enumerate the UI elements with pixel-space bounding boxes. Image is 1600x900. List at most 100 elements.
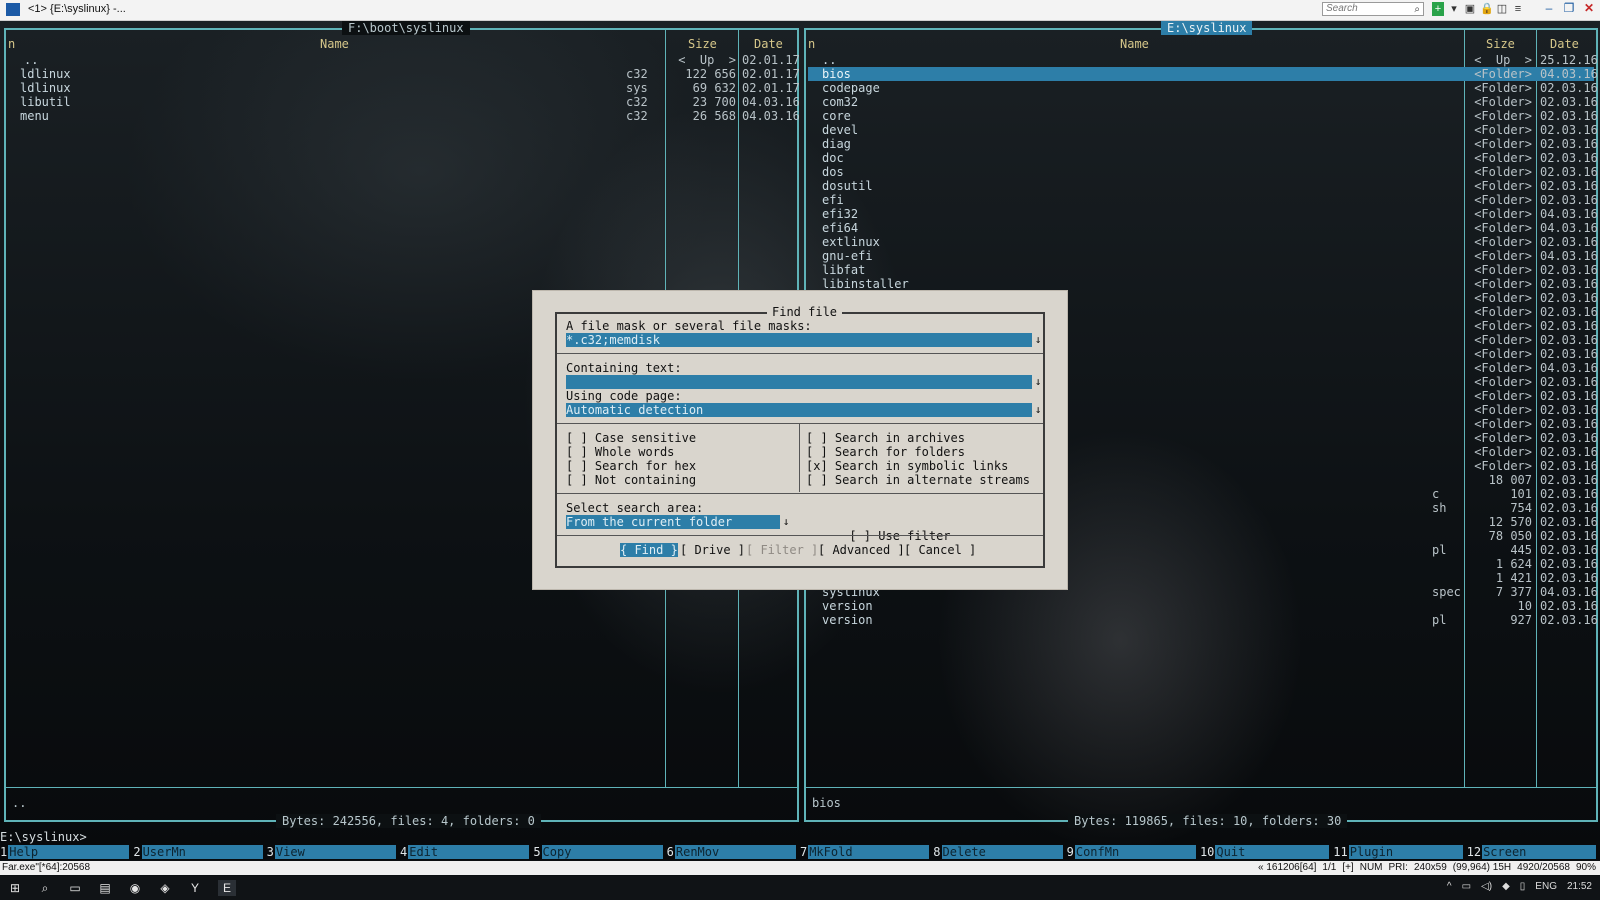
dropdown-arrow-icon[interactable]: ↓ <box>1033 403 1043 417</box>
function-key-9[interactable]: 9 ConfMn <box>1067 845 1200 859</box>
folder-name[interactable]: gnu-efi <box>822 249 873 263</box>
advanced-button[interactable]: [ Advanced ] <box>818 543 905 557</box>
updir-item[interactable]: .. <box>822 53 836 67</box>
folder-name[interactable]: dosutil <box>822 179 873 193</box>
right-col-size: Size <box>1486 37 1515 51</box>
search-area-select[interactable]: From the current folder <box>566 515 780 529</box>
option-checkbox[interactable]: [ ] Search in alternate streams <box>806 473 1030 487</box>
new-console-icon[interactable]: + <box>1432 2 1444 16</box>
function-key-4[interactable]: 4 Edit <box>400 845 533 859</box>
folder-name[interactable]: efi32 <box>822 207 858 221</box>
find-button[interactable]: { Find } <box>620 543 678 557</box>
keyboard-language[interactable]: ENG <box>1535 881 1557 892</box>
file-name[interactable]: version <box>822 599 873 613</box>
file-name[interactable]: ldlinux <box>20 67 71 81</box>
network-icon[interactable]: ▭ <box>1462 881 1471 892</box>
folder-name[interactable]: codepage <box>822 81 880 95</box>
dropdown-arrow-icon[interactable]: ↓ <box>781 515 791 529</box>
checkbox-box[interactable]: [ ] <box>806 445 828 459</box>
folder-name[interactable]: efi64 <box>822 221 858 235</box>
function-key-12[interactable]: 12 Screen <box>1467 845 1600 859</box>
folder-size: <Folder> <box>1474 123 1532 137</box>
task-view-icon[interactable]: ▭ <box>66 880 84 896</box>
close-icon[interactable]: ✕ <box>1582 1 1596 15</box>
function-key-3[interactable]: 3 View <box>267 845 400 859</box>
function-key-6[interactable]: 6 RenMov <box>667 845 800 859</box>
search-input[interactable]: Search ⌕ <box>1322 2 1424 16</box>
use-filter-check[interactable]: [ ] <box>849 529 871 543</box>
cancel-button[interactable]: [ Cancel ] <box>904 543 976 557</box>
file-date: 02.03.16 <box>1540 347 1598 361</box>
volume-icon[interactable]: ◁) <box>1481 881 1492 892</box>
folder-name[interactable]: diag <box>822 137 851 151</box>
updir-item[interactable]: .. <box>24 53 38 67</box>
option-checkbox[interactable]: [ ] Search for folders <box>806 445 965 459</box>
folder-name[interactable]: efi <box>822 193 844 207</box>
tray-app-icon[interactable]: ◆ <box>1502 881 1510 892</box>
function-key-1[interactable]: 1 Help <box>0 845 133 859</box>
option-checkbox[interactable]: [ ] Search in archives <box>806 431 965 445</box>
minimize-icon[interactable]: – <box>1542 1 1556 15</box>
search-icon[interactable]: ⌕ <box>36 880 54 896</box>
folder-name[interactable]: devel <box>822 123 858 137</box>
file-date: 02.03.16 <box>1540 459 1598 473</box>
folder-name[interactable]: libinstaller <box>822 277 909 291</box>
folder-name[interactable]: doc <box>822 151 844 165</box>
chrome-icon[interactable]: ◉ <box>126 880 144 896</box>
search-icon[interactable]: ⌕ <box>1414 4 1420 16</box>
history-arrow-icon[interactable]: ↓ <box>1033 333 1043 347</box>
function-key-2[interactable]: 2 UserMn <box>133 845 266 859</box>
notification-icon[interactable]: ▯ <box>1520 881 1526 892</box>
option-checkbox[interactable]: [ ] Not containing <box>566 473 696 487</box>
command-line[interactable]: E:\syslinux> <box>0 830 87 844</box>
file-name[interactable]: ldlinux <box>20 81 71 95</box>
containing-text-input[interactable] <box>566 375 1032 389</box>
file-name[interactable]: version <box>822 613 873 627</box>
function-key-10[interactable]: 10 Quit <box>1200 845 1333 859</box>
selected-folder-name[interactable]: bios <box>822 67 851 81</box>
file-mask-input[interactable]: *.c32;memdisk <box>566 333 1032 347</box>
function-key-7[interactable]: 7 MkFold <box>800 845 933 859</box>
option-checkbox[interactable]: [ ] Case sensitive <box>566 431 696 445</box>
file-explorer-icon[interactable]: ▤ <box>96 880 114 896</box>
checkbox-box[interactable]: [ ] <box>566 445 588 459</box>
far-console-taskbar-icon[interactable]: E <box>218 880 236 896</box>
function-key-5[interactable]: 5 Copy <box>533 845 666 859</box>
folder-name[interactable]: libfat <box>822 263 865 277</box>
folder-date: 04.03.16 <box>1540 207 1598 221</box>
menu-icon[interactable]: ≡ <box>1512 2 1524 16</box>
history-arrow-icon[interactable]: ↓ <box>1033 375 1043 389</box>
option-checkbox[interactable]: [ ] Whole words <box>566 445 674 459</box>
option-checkbox[interactable]: [x] Search in symbolic links <box>806 459 1008 473</box>
restore-icon[interactable]: ❐ <box>1562 1 1576 15</box>
folder-name[interactable]: com32 <box>822 95 858 109</box>
checkbox-box[interactable]: [ ] <box>806 473 828 487</box>
function-key-11[interactable]: 11 Plugin <box>1333 845 1466 859</box>
lock-icon[interactable]: 🔒 <box>1480 2 1494 16</box>
checkbox-box[interactable]: [ ] <box>566 431 588 445</box>
checkbox-box[interactable]: [x] <box>806 459 828 473</box>
option-checkbox[interactable]: [ ] Search for hex <box>566 459 696 473</box>
dropdown-arrow-icon[interactable]: ▾ <box>1448 2 1460 16</box>
folder-name[interactable]: extlinux <box>822 235 880 249</box>
yandex-browser-icon[interactable]: Y <box>186 880 204 896</box>
start-windows-icon[interactable]: ⊞ <box>6 880 24 896</box>
split-view-icon[interactable]: ◫ <box>1496 2 1508 16</box>
folder-name[interactable]: dos <box>822 165 844 179</box>
far-app-icon[interactable] <box>6 3 20 16</box>
function-key-8[interactable]: 8 Delete <box>933 845 1066 859</box>
clock[interactable]: 21:52 <box>1567 881 1592 892</box>
tray-chevron-icon[interactable]: ^ <box>1447 881 1452 892</box>
function-key-bar: 1 Help 2 UserMn 3 View 4 Edit 5 Copy 6 RenMov 7 MkFol… <box>0 845 1600 859</box>
file-date: 02.03.16 <box>1540 613 1598 627</box>
console-view-icon[interactable]: ▣ <box>1464 2 1476 16</box>
checkbox-box[interactable]: [ ] <box>566 459 588 473</box>
checkbox-box[interactable]: [ ] <box>566 473 588 487</box>
folder-name[interactable]: core <box>822 109 851 123</box>
drive-button[interactable]: [ Drive ] <box>680 543 745 557</box>
file-name[interactable]: menu <box>20 109 49 123</box>
checkbox-box[interactable]: [ ] <box>806 431 828 445</box>
app-icon[interactable]: ◈ <box>156 880 174 896</box>
code-page-select[interactable]: Automatic detection <box>566 403 1032 417</box>
file-name[interactable]: libutil <box>20 95 71 109</box>
